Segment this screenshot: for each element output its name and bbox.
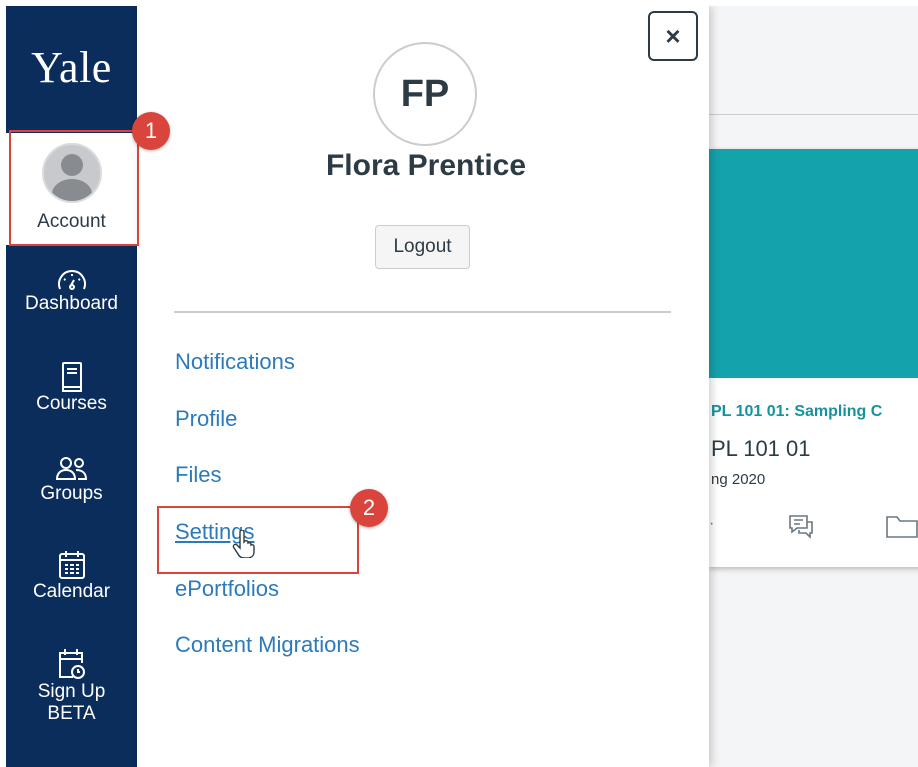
nav-item-label: Calendar (32, 581, 111, 602)
screen: PL 101 01: Sampling C PL 101 01 ng 2020 … (6, 6, 918, 767)
tray-divider (174, 311, 671, 313)
people-icon (55, 457, 87, 480)
tray-link-eportfolios[interactable]: ePortfolios (175, 576, 279, 602)
tray-link-content-migrations[interactable]: Content Migrations (175, 632, 360, 658)
nav-item-beta-label: BETA (47, 703, 96, 724)
nav-item-label: Sign Up (37, 681, 106, 702)
nav-item-label: Courses (36, 393, 107, 414)
course-card-title[interactable]: PL 101 01: Sampling C (711, 403, 882, 421)
discussions-icon[interactable] (786, 511, 816, 546)
callout-highlight-account (9, 130, 139, 246)
step-badge-2: 2 (350, 489, 388, 527)
nav-item-signup[interactable]: Sign Up BETA (6, 647, 137, 725)
course-card-more: · (709, 515, 715, 532)
logout-button[interactable]: Logout (375, 225, 470, 269)
tray-avatar[interactable]: FP (373, 42, 477, 146)
course-card-color-header[interactable] (709, 149, 918, 378)
hand-pointer-cursor-icon (232, 529, 256, 563)
calendar-icon (58, 551, 85, 579)
dashboard-gauge-icon (57, 270, 86, 290)
nav-item-calendar[interactable]: Calendar (6, 549, 137, 603)
course-card-term: ng 2020 (711, 471, 766, 488)
nav-item-groups[interactable]: Groups (6, 455, 137, 505)
step-badge-1: 1 (132, 112, 170, 150)
yale-logo[interactable]: Yale (6, 42, 137, 93)
close-tray-button[interactable]: × (648, 11, 698, 61)
nav-item-dashboard[interactable]: Dashboard (6, 265, 137, 315)
nav-item-label: Dashboard (25, 293, 118, 314)
course-card[interactable]: PL 101 01: Sampling C PL 101 01 ng 2020 … (709, 149, 918, 567)
files-folder-icon[interactable] (885, 513, 918, 544)
callout-highlight-settings (157, 506, 359, 574)
nav-item-label: Groups (40, 483, 103, 504)
tray-link-files[interactable]: Files (175, 462, 221, 488)
tray-link-profile[interactable]: Profile (175, 406, 237, 432)
calendar-clock-icon (58, 649, 85, 679)
course-card-code: PL 101 01 (711, 436, 811, 461)
global-navigation: Yale Account Dashboard Courses Groups Ca… (6, 6, 137, 767)
header-divider (709, 114, 918, 115)
tray-link-notifications[interactable]: Notifications (175, 349, 295, 375)
book-icon (61, 362, 82, 392)
nav-item-courses[interactable]: Courses (6, 361, 137, 415)
user-name: Flora Prentice (325, 149, 527, 182)
